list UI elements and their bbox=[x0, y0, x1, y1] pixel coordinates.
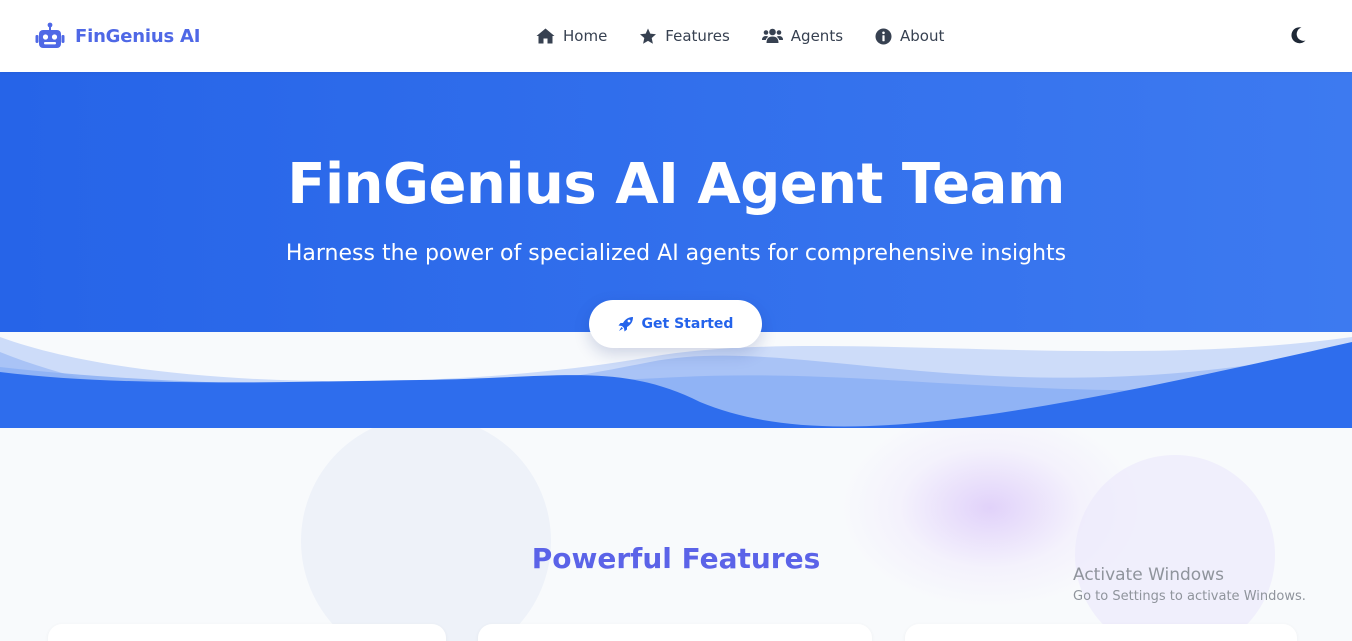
hero-title: FinGenius AI Agent Team bbox=[287, 152, 1065, 217]
theme-toggle-button[interactable] bbox=[1289, 25, 1309, 45]
get-started-button[interactable]: Get Started bbox=[589, 300, 762, 348]
nav-about-label: About bbox=[900, 27, 945, 45]
decorative-circle bbox=[301, 428, 551, 641]
top-navbar: FinGenius AI Home Features Agents About bbox=[0, 0, 1352, 72]
info-circle-icon bbox=[875, 28, 892, 44]
nav-about[interactable]: About bbox=[875, 24, 944, 48]
brand-logo-link[interactable]: FinGenius AI bbox=[35, 22, 200, 50]
feature-card bbox=[478, 624, 872, 641]
brand-name: FinGenius AI bbox=[75, 25, 201, 47]
main-nav: Home Features Agents About bbox=[536, 24, 944, 48]
watermark-subtitle: Go to Settings to activate Windows. bbox=[1073, 589, 1306, 604]
hero-subtitle: Harness the power of specialized AI agen… bbox=[285, 241, 1067, 266]
feature-card bbox=[48, 624, 446, 641]
activate-windows-watermark: Activate Windows Go to Settings to activ… bbox=[1073, 565, 1306, 604]
nav-features[interactable]: Features bbox=[639, 24, 730, 48]
nav-agents[interactable]: Agents bbox=[761, 24, 844, 48]
feature-card bbox=[905, 624, 1297, 641]
robot-icon bbox=[35, 22, 65, 48]
features-section: Powerful Features bbox=[0, 428, 1352, 641]
hero-section: FinGenius AI Agent Team Harness the powe… bbox=[0, 72, 1352, 428]
rocket-icon bbox=[618, 317, 633, 332]
nav-features-label: Features bbox=[665, 27, 730, 45]
watermark-title: Activate Windows bbox=[1073, 565, 1224, 585]
users-icon bbox=[761, 28, 783, 43]
moon-icon bbox=[1291, 27, 1306, 44]
nav-home-label: Home bbox=[563, 27, 608, 45]
get-started-label: Get Started bbox=[641, 316, 734, 332]
home-icon bbox=[536, 28, 555, 44]
nav-home[interactable]: Home bbox=[536, 24, 607, 48]
nav-agents-label: Agents bbox=[790, 27, 844, 45]
star-icon bbox=[640, 28, 657, 44]
